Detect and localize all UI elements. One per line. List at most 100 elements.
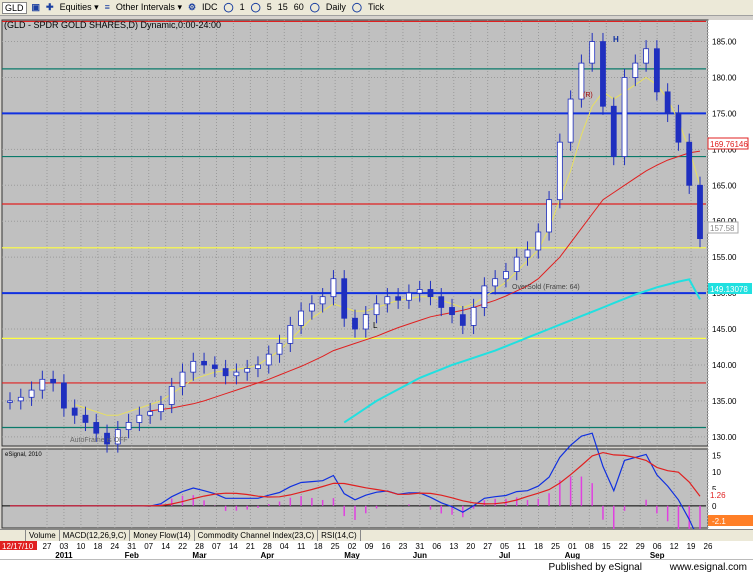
bar-body: [17, 396, 24, 402]
x-axis: 12/17/10 27 03 10 18 24 31 07 14 22 28 07 14 21 28 04 1…: [0, 541, 753, 559]
tab-cci[interactable]: Commodity Channel Index(23,C): [195, 530, 319, 541]
x-tick-label: 16: [382, 542, 391, 551]
bar-body: [136, 414, 143, 423]
bar-body: [632, 62, 639, 78]
x-tick-label: 10: [76, 542, 85, 551]
bar-body: [93, 422, 100, 434]
x-tick-label: 22: [178, 542, 187, 551]
bar-body: [255, 364, 261, 369]
published-by: Published by eSignal: [548, 562, 642, 573]
x-tick-label: 19: [687, 542, 696, 551]
bar-body: [190, 360, 197, 373]
x-tick-label: 21: [246, 542, 255, 551]
x-tick-label: 06: [432, 542, 441, 551]
esignal-watermark: eSignal, 2010: [5, 452, 42, 458]
bar-body: [459, 314, 466, 326]
bar-body: [513, 256, 520, 272]
interval-1-button[interactable]: 1: [239, 2, 246, 14]
radio-icon[interactable]: ◯: [250, 2, 262, 14]
interval-15-button[interactable]: 15: [277, 2, 289, 14]
x-tick-label: 27: [43, 542, 52, 551]
chart-area[interactable]: 130.00135.00140.00145.00150.00155.00160.…: [0, 16, 753, 553]
bar-body: [438, 296, 445, 308]
bar-body: [643, 48, 649, 64]
link-icon[interactable]: ⚙: [187, 2, 197, 14]
toolbar: GLD ▣ ✚ Equities ▾ ≡ Other Intervals ▾ ⚙…: [0, 0, 753, 16]
footer: Published by eSignal www.esignal.com: [0, 559, 753, 575]
y-tick-label: 145.00: [712, 325, 737, 334]
x-tick-label: 13: [449, 542, 458, 551]
date-stamp: 12/17/10: [2, 542, 34, 551]
daily-button[interactable]: Daily: [325, 2, 347, 14]
bar-body: [503, 271, 509, 280]
x-tick-label: 24: [110, 542, 119, 551]
add-icon[interactable]: ✚: [45, 2, 55, 14]
symbol-input[interactable]: GLD: [2, 1, 27, 14]
chart-title: (GLD - SPDR GOLD SHARES,D) Dynamic,0:00-…: [4, 20, 221, 30]
x-tick-label: 25: [551, 542, 560, 551]
other-intervals-menu[interactable]: Other Intervals ▾: [115, 2, 183, 14]
month-label: May: [344, 551, 360, 559]
tab-macd[interactable]: MACD(12,26,9,C): [60, 530, 131, 541]
bar-body: [319, 296, 326, 305]
tick-button[interactable]: Tick: [367, 2, 385, 14]
lock-icon[interactable]: ▣: [31, 2, 42, 14]
current-price-value: 157.58: [710, 224, 735, 233]
x-tick-label: 09: [365, 542, 374, 551]
bar-body: [179, 371, 186, 387]
x-tick-label: 18: [93, 542, 102, 551]
x-tick-label: 01: [568, 542, 577, 551]
month-label: Aug: [565, 551, 581, 559]
bar-body: [39, 378, 46, 391]
x-tick-label: 18: [314, 542, 323, 551]
month-label: Apr: [260, 551, 274, 559]
x-tick-label: 12: [670, 542, 679, 551]
price-chart[interactable]: 130.00135.00140.00145.00150.00155.00160.…: [0, 16, 753, 553]
list-icon[interactable]: ≡: [104, 2, 111, 14]
tab-rsi[interactable]: RSI(14,C): [318, 530, 361, 541]
bar-body: [50, 378, 57, 384]
bar-body: [416, 289, 423, 294]
x-tick-label: 26: [704, 542, 713, 551]
x-tick-label: 04: [280, 542, 289, 551]
bar-body: [287, 325, 294, 344]
interval-5-button[interactable]: 5: [266, 2, 273, 14]
y-tick-label: 135.00: [712, 397, 737, 406]
x-tick-label: 03: [59, 542, 68, 551]
x-tick-label: 31: [415, 542, 424, 551]
radio-icon[interactable]: ◯: [309, 2, 321, 14]
month-label: Jun: [413, 551, 427, 559]
radio-icon[interactable]: ◯: [351, 2, 363, 14]
bar-body: [675, 113, 682, 143]
bar-body: [233, 371, 240, 377]
bar-body: [211, 364, 218, 369]
y-tick-label: 185.00: [712, 38, 737, 47]
autoframe-label: AutoFrame is OFF: [70, 437, 128, 444]
macd-tick-label: 15: [712, 451, 721, 460]
macd-tick-label: 10: [712, 468, 721, 477]
bar-body: [308, 303, 315, 312]
tab-money-flow[interactable]: Money Flow(14): [130, 530, 195, 541]
x-tick-label: 23: [398, 542, 407, 551]
bar-body: [147, 411, 154, 416]
bar-body: [168, 386, 175, 405]
tab-volume[interactable]: Volume: [26, 530, 60, 541]
radio-icon[interactable]: ◯: [223, 2, 235, 14]
bar-body: [71, 407, 78, 416]
macd-tick-label: 0: [712, 502, 717, 511]
equities-menu[interactable]: Equities ▾: [59, 2, 100, 14]
lower-price-value: 149.13078: [710, 285, 748, 294]
idc-button[interactable]: IDC: [201, 2, 219, 14]
x-tick-label: 08: [585, 542, 594, 551]
tabs-lead: [0, 530, 26, 541]
month-label: Mar: [192, 551, 206, 559]
bar-body: [298, 310, 304, 326]
bar-body: [481, 285, 488, 308]
month-label: 2011: [55, 551, 73, 559]
interval-60-button[interactable]: 60: [293, 2, 305, 14]
x-tick-label: 20: [466, 542, 475, 551]
bar-body: [686, 141, 693, 186]
y-tick-label: 155.00: [712, 253, 737, 262]
month-label: Feb: [125, 551, 139, 559]
macd-value-a: 1.26: [710, 491, 726, 500]
